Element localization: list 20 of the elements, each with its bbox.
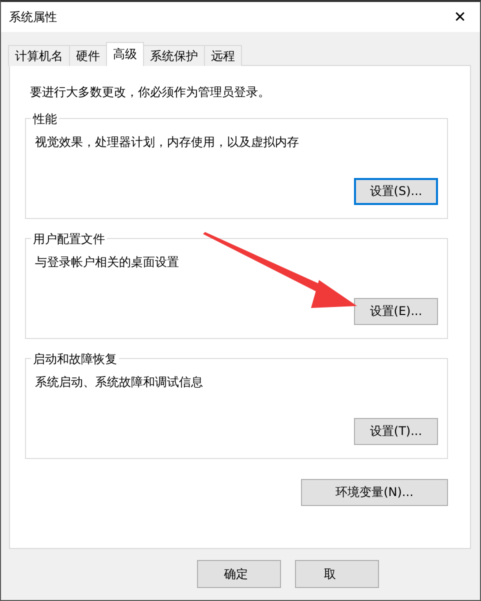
tab[interactable]: 高级 [106,42,144,66]
tab[interactable]: 计算机名 [8,45,70,66]
group-description: 系统启动、系统故障和调试信息 [35,374,204,391]
group-title: 启动和故障恢复 [31,351,119,368]
group-title: 用户配置文件 [31,231,107,248]
settings-button[interactable]: 设置(S)... [354,178,438,205]
notice-text: 要进行大多数更改，你必须作为管理员登录。 [30,84,271,101]
environment-variables-button[interactable]: 环境变量(N)... [301,479,448,506]
window-title: 系统属性 [9,8,57,26]
close-button[interactable]: ✕ [450,8,470,26]
tab[interactable]: 硬件 [69,45,107,66]
settings-button[interactable]: 设置(T)... [354,418,438,445]
group-title: 性能 [31,111,59,128]
cancel-button[interactable]: 取 [295,560,379,588]
settings-button[interactable]: 设置(E)... [354,298,438,325]
ok-button[interactable]: 确定 [197,560,281,588]
group-description: 与登录帐户相关的桌面设置 [35,254,180,271]
group-description: 视觉效果，处理器计划，内存使用，以及虚拟内存 [35,134,300,151]
tab[interactable]: 远程 [204,45,242,66]
tab[interactable]: 系统保护 [143,45,205,66]
